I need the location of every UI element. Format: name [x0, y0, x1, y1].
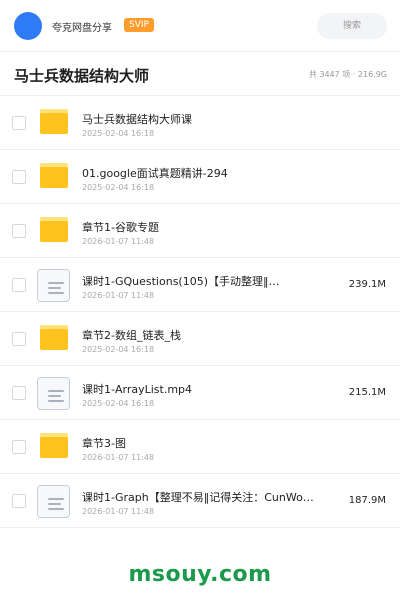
item-summary: 共 3447 项 · 216.9G	[308, 70, 387, 79]
document-icon	[37, 269, 70, 302]
select-checkbox[interactable]	[12, 224, 26, 238]
folder-icon	[40, 433, 68, 458]
file-name: 章节1-谷歌专题	[82, 221, 159, 234]
select-checkbox[interactable]	[12, 386, 26, 400]
file-name: 章节2-数组_链表_栈	[82, 329, 181, 342]
folder-icon	[40, 109, 68, 134]
page-title: 马士兵数据结构大师	[14, 67, 150, 85]
list-item[interactable]: 马士兵数据结构大师课 2025-02-04 16:18	[0, 96, 400, 150]
document-icon	[37, 377, 70, 410]
file-list: 马士兵数据结构大师课 2025-02-04 16:18 01.google面试真题精…	[0, 96, 400, 528]
folder-icon	[40, 325, 68, 350]
select-checkbox[interactable]	[12, 332, 26, 346]
list-item[interactable]: 课时1-ArrayList.mp4 2025-02-04 16:18 215.1M	[0, 366, 400, 420]
file-size: 187.9M	[348, 495, 386, 506]
file-date: 2026-01-07 11:48	[82, 237, 155, 246]
file-name: 01.google面试真题精讲-294	[82, 167, 228, 180]
select-checkbox[interactable]	[12, 494, 26, 508]
document-icon	[37, 485, 70, 518]
list-item[interactable]: 章节2-数组_链表_栈 2025-02-04 16:18	[0, 312, 400, 366]
user-name: 夸克网盘分享	[52, 23, 112, 34]
list-item[interactable]: 课时1-GQuestions(105)【手动整理‖… 2026-01-07 11:…	[0, 258, 400, 312]
title-row: 马士兵数据结构大师 共 3447 项 · 216.9G	[0, 52, 400, 96]
top-bar: 夸克网盘分享 SVIP 搜索	[0, 0, 400, 52]
file-name: 章节3-图	[82, 437, 126, 450]
list-item[interactable]: 章节1-谷歌专题 2026-01-07 11:48	[0, 204, 400, 258]
file-date: 2025-02-04 16:18	[82, 129, 155, 138]
file-name: 马士兵数据结构大师课	[82, 113, 192, 126]
select-checkbox[interactable]	[12, 170, 26, 184]
file-size: 215.1M	[348, 387, 386, 398]
list-item[interactable]: 章节3-图 2026-01-07 11:48	[0, 420, 400, 474]
watermark: msouy.com	[128, 562, 272, 587]
file-date: 2026-01-07 11:48	[82, 453, 155, 462]
list-item[interactable]: 课时1-Graph【整理不易‖记得关注：CunWo… 2026-01-07 11:…	[0, 474, 400, 528]
file-date: 2026-01-07 11:48	[82, 507, 155, 516]
svip-badge: SVIP	[124, 18, 154, 32]
avatar[interactable]	[14, 12, 42, 40]
file-name: 课时1-GQuestions(105)【手动整理‖…	[82, 275, 280, 288]
folder-icon	[40, 163, 68, 188]
folder-icon	[40, 217, 68, 242]
file-date: 2025-02-04 16:18	[82, 345, 155, 354]
file-size: 239.1M	[348, 279, 386, 290]
file-date: 2025-02-04 16:18	[82, 183, 155, 192]
select-checkbox[interactable]	[12, 116, 26, 130]
search-input[interactable]: 搜索	[317, 13, 387, 39]
file-name: 课时1-Graph【整理不易‖记得关注：CunWo…	[82, 491, 314, 504]
select-checkbox[interactable]	[12, 440, 26, 454]
file-name: 课时1-ArrayList.mp4	[82, 383, 193, 396]
file-date: 2026-01-07 11:48	[82, 291, 155, 300]
list-item[interactable]: 01.google面试真题精讲-294 2025-02-04 16:18	[0, 150, 400, 204]
file-date: 2025-02-04 16:18	[82, 399, 155, 408]
select-checkbox[interactable]	[12, 278, 26, 292]
